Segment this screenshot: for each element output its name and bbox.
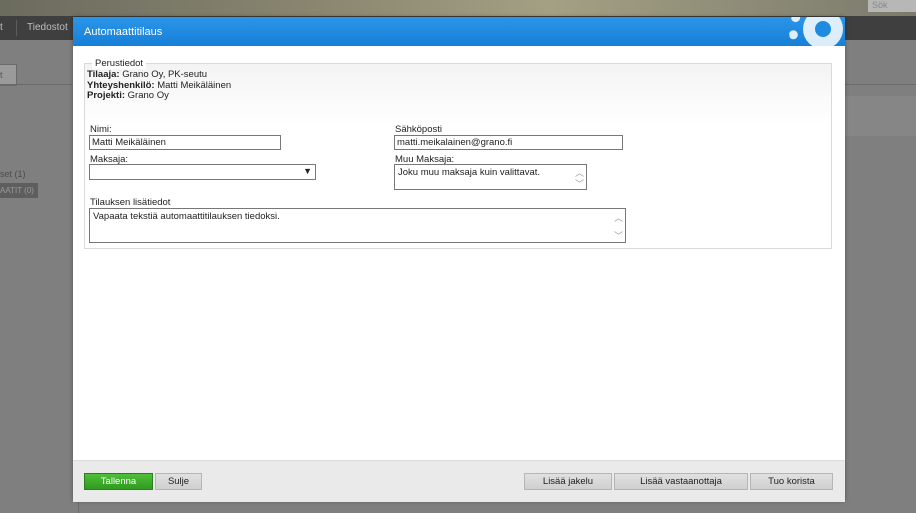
add-recipient-button[interactable]: Lisää vastaanottaja [614, 473, 748, 490]
payer-select[interactable]: ▼ [89, 164, 316, 180]
project-value: Grano Oy [127, 90, 169, 101]
background-divider [845, 84, 916, 85]
details-textarea[interactable]: Vapaata tekstiä automaattitilauksen tied… [89, 208, 626, 243]
background-tab-label: t [0, 70, 3, 80]
section-legend: Perustiedot [92, 58, 147, 69]
add-distribution-button[interactable]: Lisää jakelu [524, 473, 612, 490]
dialog-title: Automaattitilaus [84, 26, 163, 38]
background-nav-item: Tiedostot [27, 22, 68, 33]
save-button[interactable]: Tallenna [84, 473, 153, 490]
orderer-label: Tilaaja: [87, 69, 120, 80]
name-label: Nimi: [90, 124, 112, 135]
background-header [0, 0, 916, 16]
close-button[interactable]: Sulje [155, 473, 202, 490]
dialog-footer: Tallenna Sulje Lisää jakelu Lisää vastaa… [73, 460, 845, 502]
background-divider [0, 84, 72, 85]
dialog-titlebar: Automaattitilaus [73, 17, 845, 46]
scroll-up-icon[interactable]: ︿ [613, 211, 624, 224]
background-nav-item: t [0, 22, 3, 33]
background-list-button: AATIT (0) [0, 183, 38, 198]
details-label: Tilauksen lisätiedot [90, 197, 171, 208]
background-search-button: Sök [868, 0, 916, 12]
email-label: Sähköposti [395, 124, 443, 135]
scroll-down-icon[interactable]: ﹀ [613, 229, 624, 242]
orderer-value: Grano Oy, PK-seutu [122, 69, 208, 80]
import-cart-button[interactable]: Tuo korista [750, 473, 833, 490]
project-label: Projekti: [87, 90, 126, 101]
other-payer-textarea[interactable]: Joku muu maksaja kuin valittavat. ︿ ﹀ [394, 164, 587, 190]
background-list-item: set (1) [0, 169, 26, 179]
chevron-down-icon[interactable]: ▼ [303, 166, 312, 176]
automatic-order-dialog: Automaattitilaus Perustiedot Tilaaja: Gr… [73, 17, 845, 502]
background-panel [845, 96, 916, 136]
scroll-down-icon[interactable]: ﹀ [574, 177, 585, 190]
project-info: Projekti: Grano Oy [87, 90, 169, 101]
details-text: Vapaata tekstiä automaattitilauksen tied… [93, 211, 280, 222]
email-field[interactable]: matti.meikalainen@grano.fi [394, 135, 623, 150]
other-payer-text: Joku muu maksaja kuin valittavat. [398, 167, 541, 178]
name-field[interactable]: Matti Meikäläinen [89, 135, 281, 150]
nav-separator [16, 20, 17, 36]
orderer-info: Tilaaja: Grano Oy, PK-seutu [87, 69, 207, 80]
